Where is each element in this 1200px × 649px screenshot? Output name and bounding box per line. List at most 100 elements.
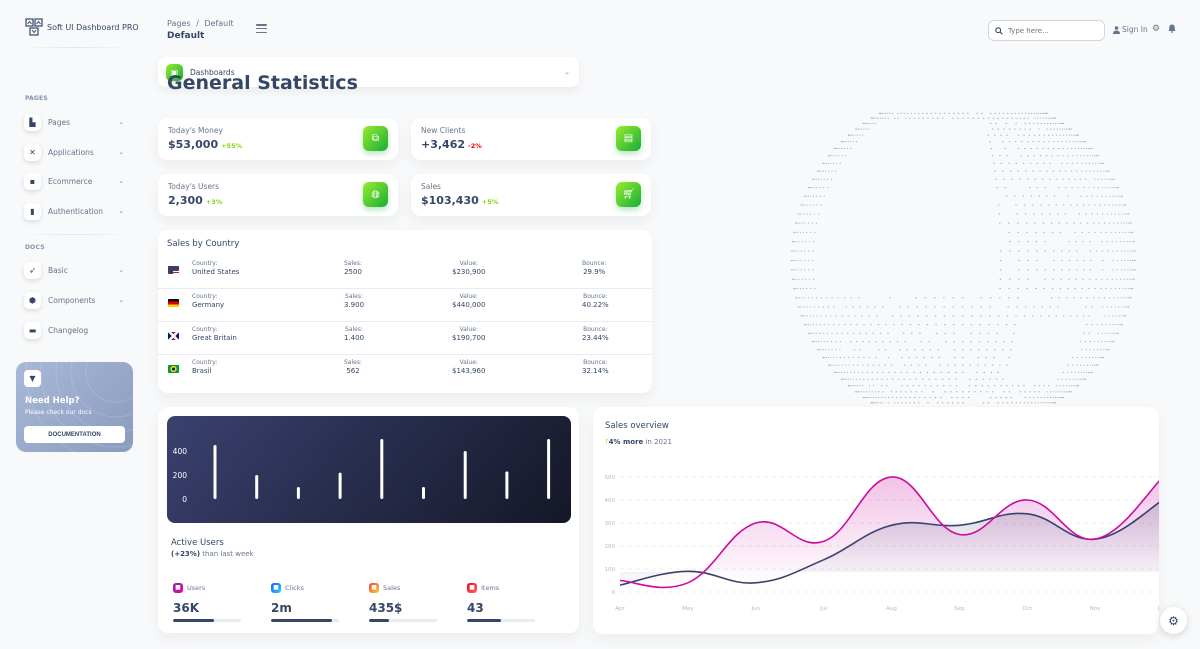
metric-value: 435$ [369, 601, 439, 615]
box-icon: ⬢ [24, 292, 41, 309]
country-cell: Country: Great Britain [192, 326, 237, 343]
stat-label: New Clients [421, 126, 465, 135]
value-cell: Value: $143,960 [452, 359, 485, 376]
y-tick-label: 300 [605, 521, 616, 527]
credit-card-icon: ▬ [24, 322, 41, 339]
chevron-down-icon: ⌄ [118, 296, 124, 304]
y-tick-label: 0 [612, 590, 616, 596]
x-tick-label: Jul [819, 606, 827, 612]
sidebar-item-ecommerce[interactable]: ▪ Ecommerce ⌄ [16, 167, 133, 195]
chevron-down-icon: ⌄ [118, 177, 124, 185]
bar [464, 451, 467, 499]
office-icon: ▙ [24, 114, 41, 131]
metric-sales: ■ Sales 435$ [369, 577, 439, 622]
sidebar-item-applications[interactable]: ✕ Applications ⌄ [16, 138, 133, 166]
sidebar-item-basic[interactable]: ➶ Basic ⌄ [16, 256, 133, 284]
sidebar-item-label: Components [48, 296, 95, 305]
active-users-chart: 0 200 400 [167, 416, 571, 523]
card-subtitle: 🡑4% more in 2021 [605, 438, 672, 449]
metric-label: Sales [383, 584, 400, 592]
menu-toggle-icon[interactable] [256, 24, 267, 33]
bar [422, 487, 425, 499]
flag-icon-us [168, 266, 179, 274]
metric-progress-fill [467, 619, 501, 622]
y-tick-label: 500 [605, 475, 616, 481]
metric-label: Items [481, 584, 499, 592]
logo-icon [25, 18, 43, 36]
sales-cell: Sales: 3.900 [344, 293, 364, 310]
stat-change: +55% [221, 142, 242, 150]
active-users-card: 0 200 400 Active Users (+23%) than last we… [158, 407, 579, 633]
metric-value: 36K [173, 601, 243, 615]
brand[interactable]: Soft UI Dashboard PRO [25, 18, 139, 36]
chevron-down-icon: ⌄ [118, 207, 124, 215]
y-tick-label: 200 [605, 544, 616, 550]
stat-value: $103,430 +5% [421, 194, 498, 207]
stat-card-sales: Sales $103,430 +5% 🛒︎ [411, 174, 651, 216]
sign-in-link[interactable]: Sign In [1113, 25, 1148, 34]
help-subtitle: Please check our docs [25, 409, 92, 416]
search-icon [995, 27, 1003, 35]
bell-icon[interactable] [1168, 24, 1176, 36]
flag-icon-de [168, 299, 179, 307]
metric-label: Clicks [285, 584, 304, 592]
metric-progress [369, 619, 437, 622]
bar [505, 471, 508, 499]
money-icon: ⧉ [363, 126, 388, 151]
bar [339, 473, 342, 499]
contact-icon: ▤ [616, 126, 641, 151]
stat-value: 2,300 +3% [168, 194, 222, 207]
x-tick-label: Aug [886, 606, 897, 612]
sidebar-item-authentication[interactable]: ▮ Authentication ⌄ [16, 197, 133, 225]
bounce-cell: Bounce: 23.44% [582, 326, 609, 343]
sidebar-item-pages[interactable]: ▙ Pages ⌄ [16, 108, 133, 136]
sidebar-divider [20, 234, 132, 235]
stat-change: -2% [468, 142, 482, 150]
card-title: Sales by Country [167, 239, 239, 249]
bar [547, 439, 550, 499]
sidebar-divider [20, 47, 132, 48]
y-tick-label: 0 [182, 495, 187, 504]
documentation-button[interactable]: DOCUMENTATION [24, 426, 125, 443]
sidebar-item-label: Changelog [48, 326, 88, 335]
stat-card-money: Today's Money $53,000 +55% ⧉ [158, 118, 398, 160]
stat-card-clients: New Clients +3,462 -2% ▤ [411, 118, 651, 160]
card-subtitle: (+23%) than last week [171, 550, 254, 558]
basket-icon: ▪ [24, 173, 41, 190]
bounce-cell: Bounce: 29.9% [582, 260, 606, 277]
value-cell: Value: $230,900 [452, 260, 485, 277]
configurator-settings-button[interactable]: ⚙ [1160, 607, 1187, 634]
cart-icon: 🛒︎ [616, 182, 641, 207]
section-pages-label: PAGES [25, 95, 48, 102]
sales-cell: Sales: 2500 [344, 260, 362, 277]
sales-by-country-card: Sales by Country Country: United States Sa… [158, 230, 652, 393]
table-row: Country: Germany Sales: 3.900 Value: $440,000… [158, 289, 652, 322]
value-cell: Value: $190,700 [452, 326, 485, 343]
country-cell: Country: United States [192, 260, 239, 277]
document-icon: ▮ [24, 203, 41, 220]
chevron-down-icon: ⌄ [118, 118, 124, 126]
x-tick-label: Apr [615, 606, 625, 612]
sidebar-item-components[interactable]: ⬢ Components ⌄ [16, 286, 133, 314]
search-input[interactable] [1008, 27, 1088, 35]
metric-progress [467, 619, 535, 622]
stat-value: +3,462 -2% [421, 138, 482, 151]
search-box[interactable] [988, 20, 1105, 41]
page-title: Default [167, 31, 204, 41]
metric-items: ■ Items 43 [467, 577, 537, 622]
settings-icon[interactable]: ⚙ [1152, 24, 1160, 34]
table-row: Country: Brasil Sales: 562 Value: $143,960 Bou… [158, 355, 652, 388]
settings-icon: ■ [467, 583, 477, 593]
metric-label: Users [187, 584, 205, 592]
section-docs-label: DOCS [25, 244, 45, 251]
chevron-down-icon: ⌄ [118, 266, 124, 274]
country-cell: Country: Germany [192, 293, 224, 310]
sidebar-item-changelog[interactable]: ▬ Changelog [16, 316, 133, 344]
help-card: ▼ Need Help? Please check our docs DOCUM… [16, 362, 133, 452]
chevron-down-icon: ⌄ [564, 68, 570, 76]
breadcrumb-pages[interactable]: Pages [167, 19, 191, 28]
metric-progress-fill [271, 619, 332, 622]
bar [214, 445, 217, 499]
metric-clicks: ■ Clicks 2m [271, 577, 341, 622]
diamond-icon: ▼ [24, 370, 41, 387]
